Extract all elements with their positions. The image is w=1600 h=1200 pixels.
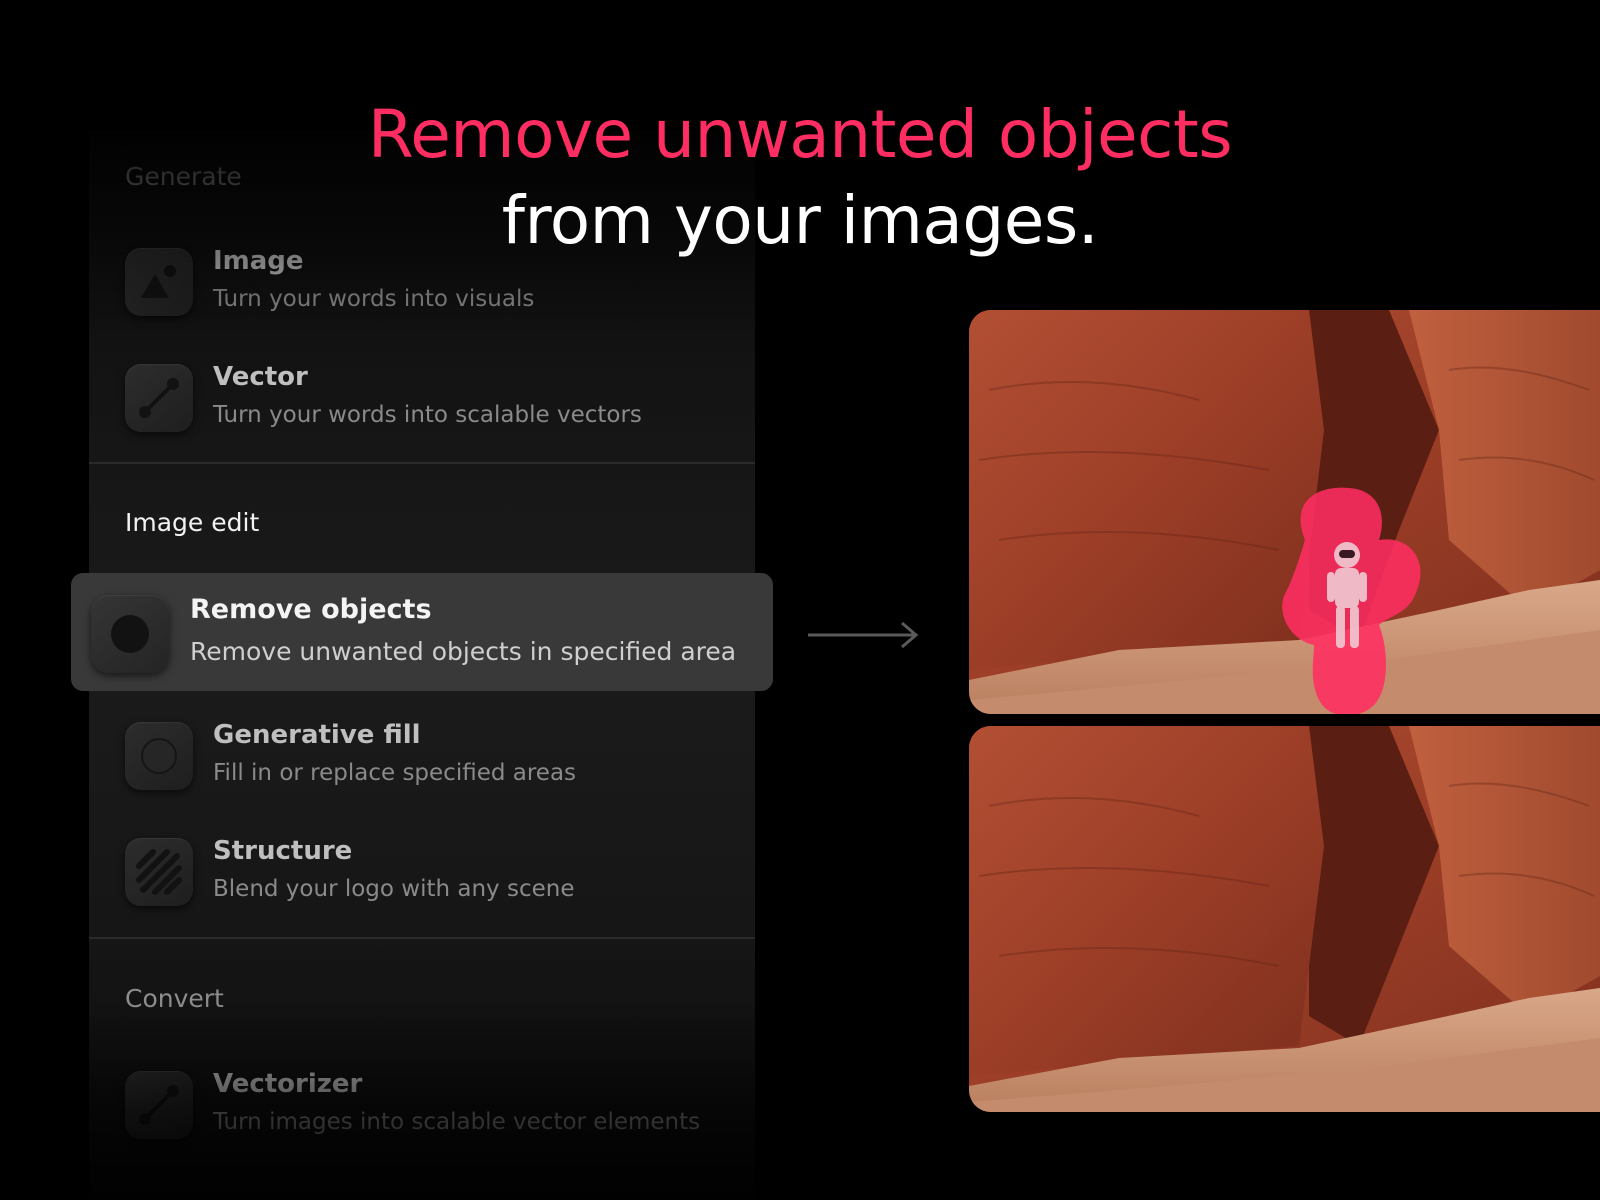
menu-item-remove-objects[interactable]: Remove objects Remove unwanted objects i…: [71, 573, 773, 691]
menu-item-vectorizer[interactable]: Vectorizer Turn images into scalable vec…: [125, 1067, 735, 1143]
headline: Remove unwanted objects from your images…: [0, 92, 1600, 264]
structure-stripes-icon: [125, 838, 193, 906]
menu-item-description: Turn images into scalable vector element…: [213, 1109, 701, 1135]
menu-item-title: Structure: [213, 836, 353, 866]
remove-objects-icon: [91, 595, 169, 673]
menu-item-title: Vectorizer: [213, 1069, 363, 1099]
preview-after-image: [969, 726, 1600, 1112]
section-divider: [89, 462, 755, 464]
menu-item-title: Remove objects: [190, 594, 432, 625]
section-label-image-edit: Image edit: [125, 508, 260, 537]
section-label-convert: Convert: [125, 984, 224, 1013]
menu-item-title: Generative fill: [213, 720, 421, 750]
menu-item-description: Fill in or replace specified areas: [213, 760, 577, 786]
menu-item-description: Blend your logo with any scene: [213, 876, 575, 902]
headline-line: from your images.: [501, 182, 1099, 259]
menu-item-description: Turn your words into visuals: [213, 286, 535, 312]
generative-fill-icon: [125, 722, 193, 790]
menu-item-structure[interactable]: Structure Blend your logo with any scene: [125, 834, 735, 910]
arrow-right-icon: [808, 621, 919, 649]
menu-item-description: Turn your words into scalable vectors: [213, 402, 642, 428]
vector-pen-icon: [125, 364, 193, 432]
menu-item-generative-fill[interactable]: Generative fill Fill in or replace speci…: [125, 718, 735, 794]
rock-scene-cleaned: [969, 726, 1600, 1112]
rock-scene-with-astronaut: [969, 310, 1600, 714]
preview-before-image: [969, 310, 1600, 714]
menu-item-description: Remove unwanted objects in specified are…: [190, 637, 737, 666]
vectorizer-icon: [125, 1071, 193, 1139]
headline-accent-line: Remove unwanted objects: [367, 96, 1233, 173]
menu-item-vector[interactable]: Vector Turn your words into scalable vec…: [125, 360, 735, 436]
menu-item-title: Vector: [213, 362, 308, 392]
section-divider: [89, 937, 755, 939]
